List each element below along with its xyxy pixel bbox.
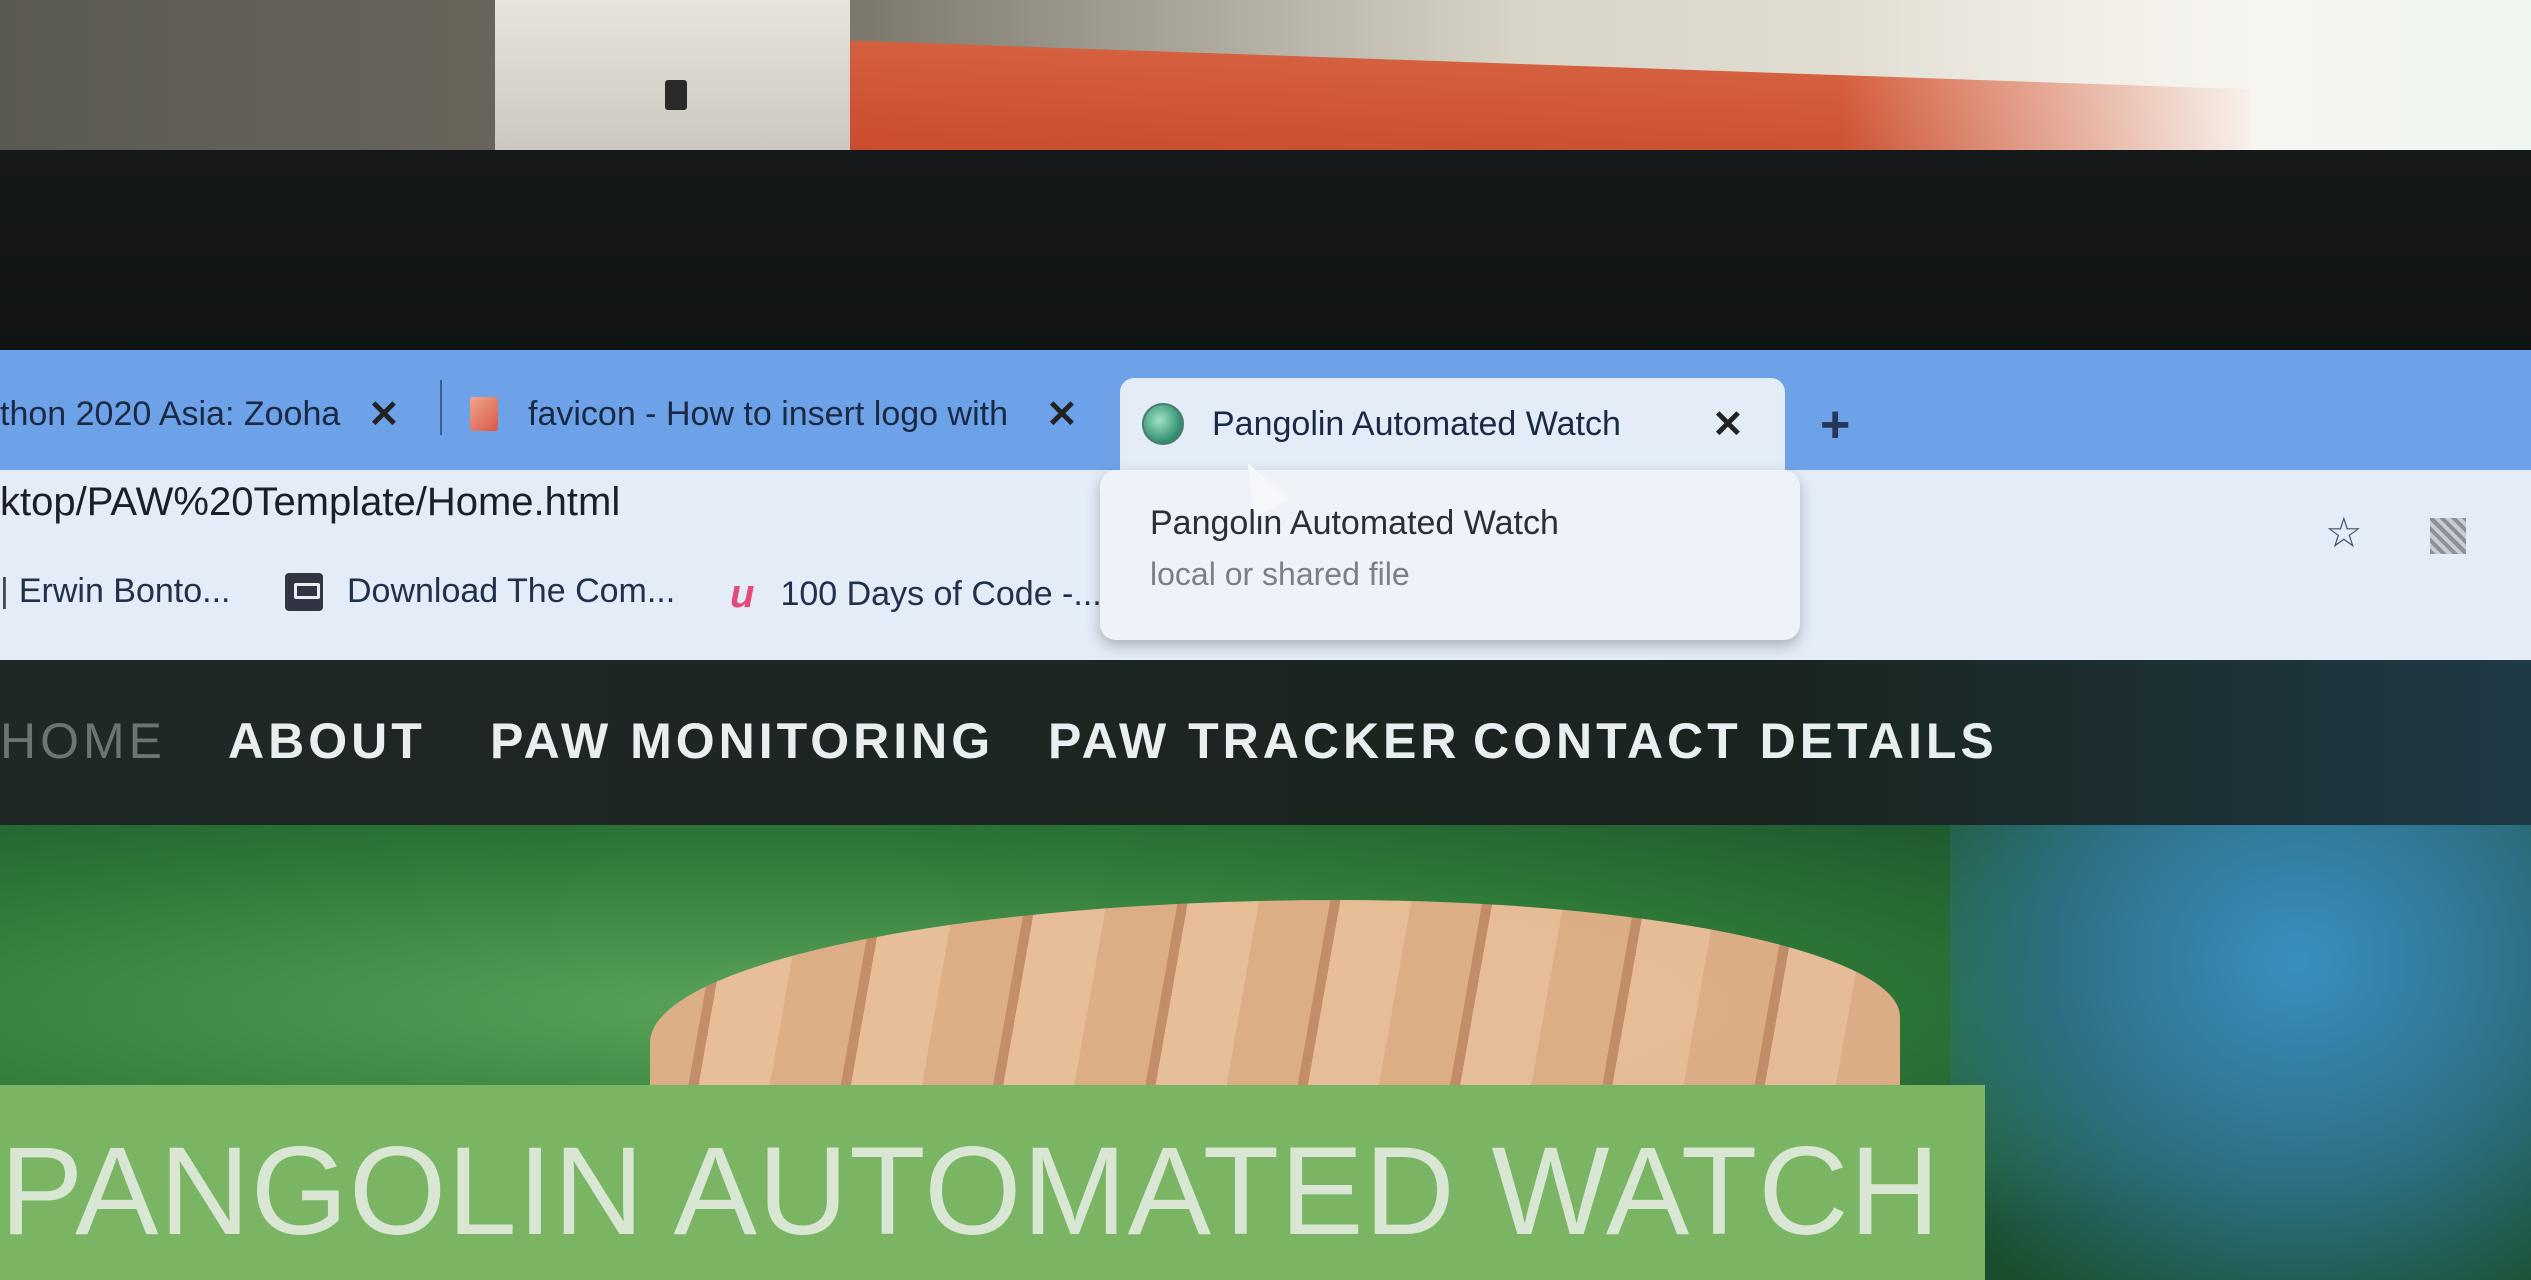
bookmark-item[interactable]: | Erwin Bonto... <box>0 572 231 611</box>
tab-strip: thon 2020 Asia: Zooha ✕ favicon - How to… <box>0 350 2531 470</box>
tab-favicon[interactable]: favicon - How to insert logo with ✕ <box>470 368 1110 460</box>
tooltip-subtitle: local or shared file <box>1150 556 1410 592</box>
nav-paw-monitoring[interactable]: PAW MONITORING <box>490 712 994 770</box>
power-plug <box>495 0 850 165</box>
tooltip-title: Pangolin Automated Watch <box>1150 504 1559 542</box>
close-icon[interactable]: ✕ <box>1712 402 1744 447</box>
udemy-icon: u <box>730 572 755 616</box>
nav-paw-tracker[interactable]: PAW TRACKER <box>1048 712 1461 770</box>
globe-icon <box>1142 403 1184 445</box>
bookmark-edge: | <box>0 572 9 610</box>
nav-contact-details[interactable]: CONTACT DETAILS <box>1473 712 1998 770</box>
tab-separator <box>440 380 442 435</box>
close-icon[interactable]: ✕ <box>1046 392 1078 437</box>
tab-title: favicon - How to insert logo with <box>528 394 1008 433</box>
nav-home[interactable]: HOME <box>0 712 166 770</box>
tab-pangolin[interactable]: Pangolin Automated Watch ✕ <box>1120 378 1785 470</box>
stackoverflow-icon <box>470 397 498 431</box>
bookmark-label: Erwin Bonto... <box>18 572 231 610</box>
bookmark-label: 100 Days of Code -... <box>780 575 1102 613</box>
tab-zoohackathon[interactable]: thon 2020 Asia: Zooha ✕ <box>0 368 430 460</box>
new-tab-button[interactable]: + <box>1820 395 1850 455</box>
qr-code-icon[interactable] <box>2430 518 2466 554</box>
close-icon[interactable]: ✕ <box>368 392 400 437</box>
tab-tooltip: Pangolin Automated Watch local or shared… <box>1100 470 1800 640</box>
bookmark-item[interactable]: u 100 Days of Code -... <box>730 572 1102 617</box>
bookmark-label: Download The Com... <box>347 572 676 610</box>
nav-about[interactable]: ABOUT <box>228 712 426 770</box>
plug-slot <box>665 80 687 110</box>
bookmark-star-icon[interactable]: ☆ <box>2325 508 2363 557</box>
hero-title: PANGOLIN AUTOMATED WATCH <box>0 1122 1941 1261</box>
hero-background-tint <box>1950 825 2531 1280</box>
bookmark-item[interactable]: Download The Com... <box>285 572 675 611</box>
address-bar[interactable]: ktop/PAW%20Template/Home.html <box>0 480 620 525</box>
monitor-icon <box>285 572 323 611</box>
tab-title: Pangolin Automated Watch <box>1212 404 1621 443</box>
tab-title: thon 2020 Asia: Zooha <box>0 394 341 433</box>
